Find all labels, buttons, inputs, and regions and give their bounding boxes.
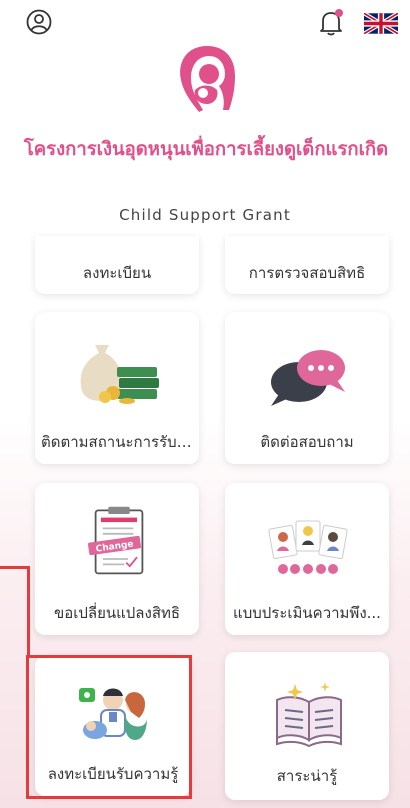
annotation-line-vertical: [27, 566, 30, 658]
survey-card[interactable]: แบบประเมินความพึง...: [225, 483, 389, 635]
annotation-highlight-box: [26, 655, 192, 799]
contact-label: ติดต่อสอบถาม: [260, 433, 354, 451]
knowledge-card[interactable]: สาระน่ารู้: [225, 652, 389, 800]
uk-flag-icon[interactable]: [364, 13, 398, 34]
notification-bell-icon[interactable]: [318, 8, 344, 36]
track-status-card[interactable]: ติดตามสถานะการรับเ...: [35, 312, 199, 464]
profile-icon[interactable]: [26, 9, 52, 35]
check-rights-card[interactable]: การตรวจสอบสิทธิ: [225, 236, 389, 294]
mother-baby-logo-icon: [180, 46, 235, 112]
track-status-label: ติดตามสถานะการรับเ...: [41, 433, 197, 451]
open-book-icon: [276, 682, 342, 748]
annotation-line-horizontal: [0, 566, 30, 569]
program-title: โครงการเงินอุดหนุนเพื่อการเลี้ยงดูเด็กแร…: [23, 139, 389, 160]
program-subtitle: Child Support Grant: [119, 206, 291, 224]
change-rights-label: ขอเปลี่ยนแปลงสิทธิ: [53, 604, 181, 622]
change-clipboard-icon: Change: [88, 506, 144, 575]
money-bag-icon: [80, 345, 159, 404]
knowledge-label: สาระน่ารู้: [276, 767, 338, 785]
chat-bubbles-icon: [271, 350, 345, 406]
change-rights-card[interactable]: Change ขอเปลี่ยนแปลงสิทธิ: [35, 483, 199, 635]
survey-label: แบบประเมินความพึง...: [233, 604, 381, 622]
check-rights-label: การตรวจสอบสิทธิ: [248, 264, 366, 282]
rating-survey-icon: [268, 520, 348, 574]
register-label: ลงทะเบียน: [82, 264, 152, 282]
contact-card[interactable]: ติดต่อสอบถาม: [225, 312, 389, 464]
register-card[interactable]: ลงทะเบียน: [35, 236, 199, 294]
